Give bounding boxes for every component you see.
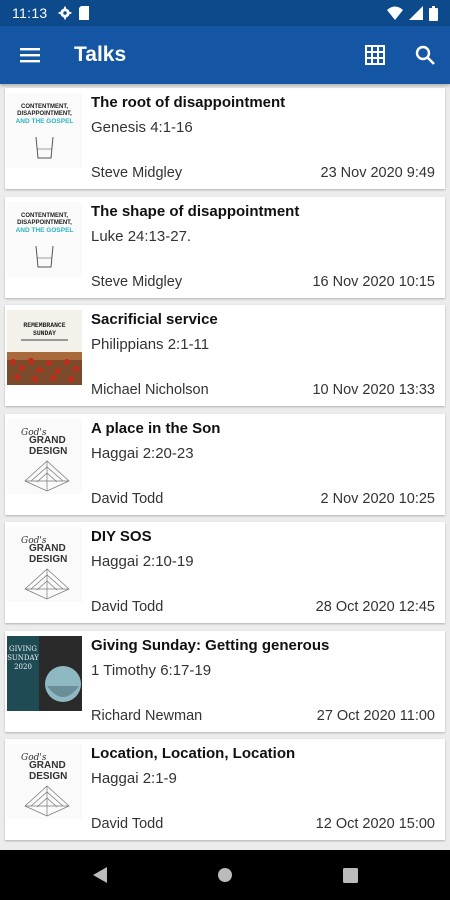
talk-speaker: Richard Newman xyxy=(91,707,203,724)
talk-card[interactable]: God's GRAND DESIGN A place in the Son Hag… xyxy=(5,413,445,515)
talk-card[interactable]: GIVING SUNDAY 2020 Giving Sunday: Gettin… xyxy=(5,630,445,732)
hamburger-menu-icon xyxy=(20,48,40,63)
talk-passage: Haggai 2:10-19 xyxy=(91,553,194,570)
system-navigation-bar xyxy=(0,850,450,900)
talk-title: Location, Location, Location xyxy=(91,745,296,762)
svg-text:SUNDAY: SUNDAY xyxy=(7,654,39,662)
grid-view-button[interactable] xyxy=(350,26,400,84)
talk-card[interactable]: CONTENTMENT, DISAPPOINTMENT, AND THE GOS… xyxy=(5,196,445,298)
talk-card[interactable]: REMEMBRANCE SUNDAY Sacrificial service Ph… xyxy=(5,305,445,406)
talk-card[interactable]: CONTENTMENT, DISAPPOINTMENT, AND THE GOS… xyxy=(5,88,445,189)
talk-title: The shape of disappointment xyxy=(91,202,300,220)
svg-text:DISAPPOINTMENT,: DISAPPOINTMENT, xyxy=(17,220,72,226)
battery-icon xyxy=(429,5,438,21)
talk-speaker: David Todd xyxy=(91,490,164,507)
talk-date: 23 Nov 2020 9:49 xyxy=(320,165,435,181)
svg-text:2020: 2020 xyxy=(14,663,32,671)
talk-passage: Haggai 2:1-9 xyxy=(91,770,177,787)
svg-text:GRAND: GRAND xyxy=(29,760,66,771)
talk-date: 28 Oct 2020 12:45 xyxy=(315,599,435,615)
nav-home-button[interactable] xyxy=(163,867,288,883)
talk-passage: 1 Timothy 6:17-19 xyxy=(91,661,212,679)
svg-text:CONTENTMENT,: CONTENTMENT, xyxy=(21,104,68,110)
search-icon xyxy=(415,45,435,65)
svg-text:CONTENTMENT,: CONTENTMENT, xyxy=(21,213,68,219)
svg-text:DESIGN: DESIGN xyxy=(29,446,67,457)
talk-speaker: Steve Midgley xyxy=(91,273,183,290)
svg-text:GIVING: GIVING xyxy=(9,645,37,653)
talk-title: DIY SOS xyxy=(91,528,152,545)
grid-view-icon xyxy=(365,45,385,65)
home-circle-icon xyxy=(218,868,232,882)
talk-passage: Luke 24:13-27. xyxy=(91,227,192,245)
talk-date: 10 Nov 2020 13:33 xyxy=(312,382,435,398)
svg-text:AND THE GOSPEL: AND THE GOSPEL xyxy=(16,118,74,125)
talk-passage: Haggai 2:20-23 xyxy=(91,444,194,462)
talk-artwork-image: God's GRAND DESIGN xyxy=(7,418,82,494)
wifi-icon xyxy=(387,6,403,20)
talk-speaker: David Todd xyxy=(91,599,164,615)
back-triangle-icon xyxy=(93,867,107,883)
talk-speaker: Michael Nicholson xyxy=(91,382,209,398)
talk-title: A place in the Son xyxy=(91,419,221,437)
talk-artwork-image: REMEMBRANCE SUNDAY xyxy=(7,310,82,385)
status-bar: 11:13 xyxy=(0,0,450,26)
sd-card-icon xyxy=(78,6,89,20)
talk-artwork-image: GIVING SUNDAY 2020 xyxy=(7,635,82,711)
settings-gear-icon xyxy=(58,6,71,20)
svg-text:GRAND: GRAND xyxy=(29,435,66,446)
svg-text:DISAPPOINTMENT,: DISAPPOINTMENT, xyxy=(17,111,72,117)
talk-card[interactable]: God's GRAND DESIGN DIY SOS Haggai 2:10-19… xyxy=(5,522,445,623)
app-bar: Talks xyxy=(0,26,450,84)
recents-square-icon xyxy=(342,867,358,883)
status-time: 11:13 xyxy=(12,5,48,21)
talk-speaker: Steve Midgley xyxy=(91,165,183,181)
signal-icon xyxy=(409,6,423,20)
svg-text:DESIGN: DESIGN xyxy=(29,554,67,565)
talk-card[interactable]: God's GRAND DESIGN Location, Location, L… xyxy=(5,739,445,840)
talk-date: 16 Nov 2020 10:15 xyxy=(312,273,435,290)
talk-speaker: David Todd xyxy=(91,816,164,832)
talk-artwork-image: CONTENTMENT, DISAPPOINTMENT, AND THE GOS… xyxy=(7,93,82,168)
svg-text:DESIGN: DESIGN xyxy=(29,771,67,782)
talk-title: The root of disappointment xyxy=(91,94,286,111)
talk-artwork-image: CONTENTMENT, DISAPPOINTMENT, AND THE GOS… xyxy=(7,201,82,277)
talk-title: Sacrificial service xyxy=(91,311,218,328)
talk-artwork-image: God's GRAND DESIGN xyxy=(7,744,82,819)
svg-text:SUNDAY: SUNDAY xyxy=(33,330,56,337)
talk-date: 12 Oct 2020 15:00 xyxy=(315,816,435,832)
talk-title: Giving Sunday: Getting generous xyxy=(91,636,330,654)
menu-button[interactable] xyxy=(0,26,60,84)
talk-passage: Philippians 2:1-11 xyxy=(91,336,210,353)
search-button[interactable] xyxy=(400,26,450,84)
svg-text:REMEMBRANCE: REMEMBRANCE xyxy=(23,322,65,329)
talk-artwork-image: God's GRAND DESIGN xyxy=(7,527,82,602)
talk-passage: Genesis 4:1-16 xyxy=(91,119,193,136)
page-title: Talks xyxy=(74,43,127,66)
talk-date: 2 Nov 2020 10:25 xyxy=(320,490,435,507)
svg-text:GRAND: GRAND xyxy=(29,543,66,554)
talk-date: 27 Oct 2020 11:00 xyxy=(316,707,435,724)
nav-back-button[interactable] xyxy=(38,866,163,884)
talk-list: CONTENTMENT, DISAPPOINTMENT, AND THE GOS… xyxy=(0,84,450,850)
nav-recents-button[interactable] xyxy=(288,867,413,883)
svg-text:AND THE GOSPEL: AND THE GOSPEL xyxy=(16,227,74,234)
